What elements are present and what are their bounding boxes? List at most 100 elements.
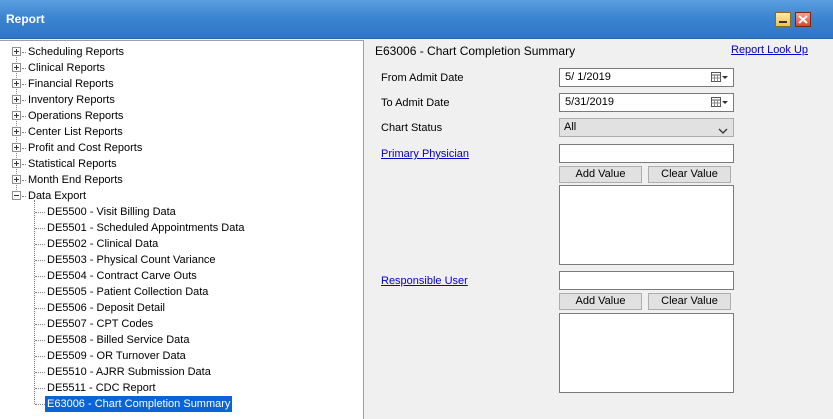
tree-report-item[interactable]: E63006 - Chart Completion Summary — [0, 396, 360, 412]
to-admit-date-value: 5/31/2019 — [565, 96, 614, 108]
tree-guide-line — [35, 324, 45, 325]
tree-report-label: DE5510 - AJRR Submission Data — [47, 366, 211, 378]
responsible-user-list[interactable] — [559, 313, 734, 393]
responsible-clear-value-button[interactable]: Clear Value — [648, 293, 731, 310]
tree-report-label: DE5509 - OR Turnover Data — [47, 350, 186, 362]
tree-report-item[interactable]: DE5510 - AJRR Submission Data — [0, 364, 360, 380]
report-heading: E63006 - Chart Completion Summary — [375, 44, 576, 58]
tree-category[interactable]: Scheduling Reports — [0, 44, 360, 60]
tree-guide-line — [35, 212, 45, 213]
tree-category-label: Scheduling Reports — [28, 46, 125, 58]
primary-physician-link[interactable]: Primary Physician — [381, 148, 469, 160]
from-admit-date-value: 5/ 1/2019 — [565, 71, 611, 83]
tree-guide-line — [22, 148, 26, 149]
to-admit-date-field[interactable]: 5/31/2019 — [559, 93, 734, 112]
tree-report-item[interactable]: DE5500 - Visit Billing Data — [0, 204, 360, 220]
tree-guide-line — [35, 388, 45, 389]
calendar-icon[interactable] — [711, 97, 729, 114]
tree-category-label: Operations Reports — [28, 110, 124, 122]
chart-status-value: All — [564, 121, 577, 133]
responsible-user-input[interactable] — [559, 271, 734, 290]
expand-icon[interactable] — [12, 159, 21, 168]
expand-icon[interactable] — [12, 111, 21, 120]
from-admit-date-field[interactable]: 5/ 1/2019 — [559, 68, 734, 87]
report-lookup-link[interactable]: Report Look Up — [731, 44, 808, 56]
tree-category[interactable]: Inventory Reports — [0, 92, 360, 108]
tree-report-item[interactable]: DE5508 - Billed Service Data — [0, 332, 360, 348]
tree-guide-line — [22, 68, 26, 69]
responsible-user-link[interactable]: Responsible User — [381, 275, 468, 287]
tree-guide-line — [35, 244, 45, 245]
tree-guide-line — [22, 196, 26, 197]
tree-guide-line — [22, 100, 26, 101]
chart-status-select[interactable]: All — [559, 118, 734, 137]
tree-guide-line — [22, 164, 26, 165]
minimize-icon[interactable] — [775, 12, 791, 27]
tree-category-label: Month End Reports — [28, 174, 123, 186]
tree-report-item[interactable]: DE5502 - Clinical Data — [0, 236, 360, 252]
tree-category[interactable]: Financial Reports — [0, 76, 360, 92]
tree-report-label: DE5502 - Clinical Data — [47, 238, 159, 250]
expand-icon[interactable] — [12, 143, 21, 152]
tree-guide-line — [22, 180, 26, 181]
tree-guide-line — [35, 292, 45, 293]
tree-category-label: Data Export — [28, 190, 87, 202]
tree-category[interactable]: Profit and Cost Reports — [0, 140, 360, 156]
tree-report-item[interactable]: DE5506 - Deposit Detail — [0, 300, 360, 316]
tree-report-item[interactable]: DE5501 - Scheduled Appointments Data — [0, 220, 360, 236]
expand-icon[interactable] — [12, 79, 21, 88]
primary-physician-list[interactable] — [559, 185, 734, 265]
tree-category-label: Inventory Reports — [28, 94, 115, 106]
tree-category[interactable]: Statistical Reports — [0, 156, 360, 172]
tree-category-label: Statistical Reports — [28, 158, 117, 170]
collapse-icon[interactable] — [12, 191, 21, 200]
physician-clear-value-button[interactable]: Clear Value — [648, 166, 731, 183]
tree-guide-line — [22, 84, 26, 85]
tree-report-item[interactable]: DE5503 - Physical Count Variance — [0, 252, 360, 268]
tree-guide-line — [35, 404, 45, 405]
expand-icon[interactable] — [12, 127, 21, 136]
tree-report-item[interactable]: DE5509 - OR Turnover Data — [0, 348, 360, 364]
tree-guide-line — [35, 228, 45, 229]
window-title: Report — [6, 12, 45, 26]
tree-guide-line — [35, 340, 45, 341]
tree-guide-line — [35, 308, 45, 309]
tree-report-label: DE5505 - Patient Collection Data — [47, 286, 209, 298]
tree-category[interactable]: Clinical Reports — [0, 60, 360, 76]
expand-icon[interactable] — [12, 95, 21, 104]
physician-add-value-button[interactable]: Add Value — [559, 166, 642, 183]
tree-category-label: Profit and Cost Reports — [28, 142, 143, 154]
report-parameters-panel: E63006 - Chart Completion Summary Report… — [364, 40, 833, 418]
expand-icon[interactable] — [12, 175, 21, 184]
tree-report-label: DE5511 - CDC Report — [47, 382, 156, 394]
tree-guide-line — [22, 132, 26, 133]
tree-report-label: DE5501 - Scheduled Appointments Data — [47, 222, 245, 234]
tree-category[interactable]: Data Export — [0, 188, 360, 204]
window-titlebar: Report — [0, 0, 833, 39]
tree-category[interactable]: Month End Reports — [0, 172, 360, 188]
tree-report-label: DE5504 - Contract Carve Outs — [47, 270, 197, 282]
tree-report-label: DE5500 - Visit Billing Data — [47, 206, 176, 218]
tree-report-item[interactable]: DE5505 - Patient Collection Data — [0, 284, 360, 300]
tree-report-item[interactable]: DE5504 - Contract Carve Outs — [0, 268, 360, 284]
tree-guide-line — [35, 372, 45, 373]
expand-icon[interactable] — [12, 63, 21, 72]
expand-icon[interactable] — [12, 47, 21, 56]
tree-guide-line — [35, 260, 45, 261]
to-admit-date-label: To Admit Date — [381, 97, 450, 109]
tree-guide-line — [35, 276, 45, 277]
tree-category[interactable]: Center List Reports — [0, 124, 360, 140]
responsible-add-value-button[interactable]: Add Value — [559, 293, 642, 310]
tree-report-label: E63006 - Chart Completion Summary — [45, 396, 233, 412]
tree-category-label: Financial Reports — [28, 78, 114, 90]
tree-report-item[interactable]: DE5511 - CDC Report — [0, 380, 360, 396]
tree-report-item[interactable]: DE5507 - CPT Codes — [0, 316, 360, 332]
tree-guide-line — [22, 52, 26, 53]
tree-report-label: DE5506 - Deposit Detail — [47, 302, 166, 314]
primary-physician-input[interactable] — [559, 144, 734, 163]
calendar-icon[interactable] — [711, 72, 729, 89]
tree-category[interactable]: Operations Reports — [0, 108, 360, 124]
close-icon[interactable] — [795, 12, 811, 27]
report-tree[interactable]: Scheduling Reports Clinical Reports Financ… — [0, 40, 364, 419]
chevron-down-icon — [718, 124, 728, 141]
